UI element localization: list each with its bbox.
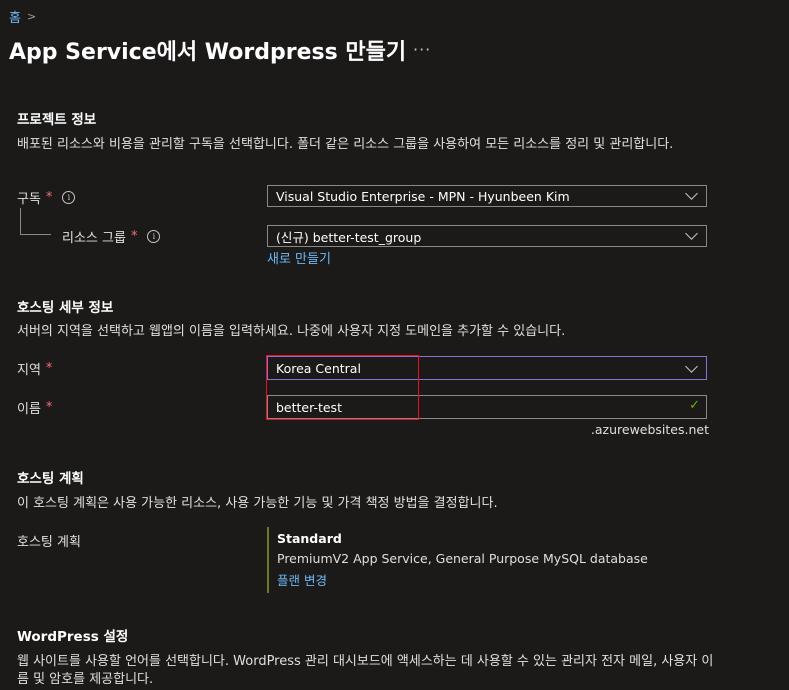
- hosting-plan-summary: Standard PremiumV2 App Service, General …: [267, 527, 648, 593]
- region-label: 지역 *: [17, 359, 52, 378]
- wordpress-settings-heading: WordPress 설정: [17, 629, 129, 645]
- resource-group-dropdown[interactable]: (신규) better-test_group: [267, 225, 707, 247]
- project-details-description: 배포된 리소스와 비용을 관리할 구독을 선택합니다. 폴더 같은 리소스 그룹…: [17, 137, 674, 152]
- info-icon[interactable]: i: [62, 191, 76, 204]
- hosting-plan-description: 이 호스팅 계획은 사용 가능한 리소스, 사용 가능한 기능 및 가격 책정 …: [17, 496, 498, 511]
- breadcrumb: 홈 >: [9, 7, 36, 26]
- domain-suffix: .azurewebsites.net: [590, 422, 709, 437]
- breadcrumb-home-link[interactable]: 홈: [9, 7, 21, 26]
- subscription-label: 구독 * i: [17, 188, 76, 207]
- change-plan-link[interactable]: 플랜 변경: [277, 570, 648, 589]
- highlight-box: [266, 355, 419, 420]
- required-mark: *: [45, 361, 53, 376]
- subscription-label-text: 구독: [17, 192, 41, 207]
- name-label: 이름 *: [17, 398, 52, 417]
- create-new-resource-group-link[interactable]: 새로 만들기: [267, 248, 331, 267]
- plan-detail: PremiumV2 App Service, General Purpose M…: [277, 551, 648, 566]
- project-details-heading: 프로젝트 정보: [17, 112, 97, 128]
- hosting-plan-heading: 호스팅 계획: [17, 471, 84, 487]
- more-options-icon[interactable]: ···: [413, 40, 431, 59]
- chevron-down-icon: [685, 360, 698, 373]
- subscription-value: Visual Studio Enterprise - MPN - Hyunbee…: [276, 188, 570, 204]
- resource-group-label: 리소스 그룹 * i: [62, 227, 161, 246]
- required-mark: *: [130, 229, 138, 244]
- required-mark: *: [45, 190, 53, 205]
- chevron-down-icon: [685, 227, 698, 240]
- subscription-dropdown[interactable]: Visual Studio Enterprise - MPN - Hyunbee…: [267, 185, 707, 207]
- region-label-text: 지역: [17, 363, 41, 378]
- wordpress-settings-description: 웹 사이트를 사용할 언어를 선택합니다. WordPress 관리 대시보드에…: [17, 654, 714, 687]
- required-mark: *: [45, 400, 53, 415]
- tree-connector: [20, 208, 51, 235]
- hosting-plan-label: 호스팅 계획: [17, 535, 81, 550]
- chevron-right-icon: >: [26, 10, 37, 23]
- hosting-details-description: 서버의 지역을 선택하고 웹앱의 이름을 입력하세요. 나중에 사용자 지정 도…: [17, 324, 566, 339]
- info-icon[interactable]: i: [147, 230, 161, 243]
- resource-group-label-text: 리소스 그룹: [62, 231, 126, 246]
- chevron-down-icon: [685, 187, 698, 200]
- hosting-details-heading: 호스팅 세부 정보: [17, 300, 114, 316]
- checkmark-icon: ✓: [689, 398, 700, 413]
- page-title: App Service에서 Wordpress 만들기: [9, 40, 407, 65]
- plan-tier: Standard: [277, 531, 342, 546]
- resource-group-value: (신규) better-test_group: [276, 229, 422, 245]
- name-label-text: 이름: [17, 402, 41, 417]
